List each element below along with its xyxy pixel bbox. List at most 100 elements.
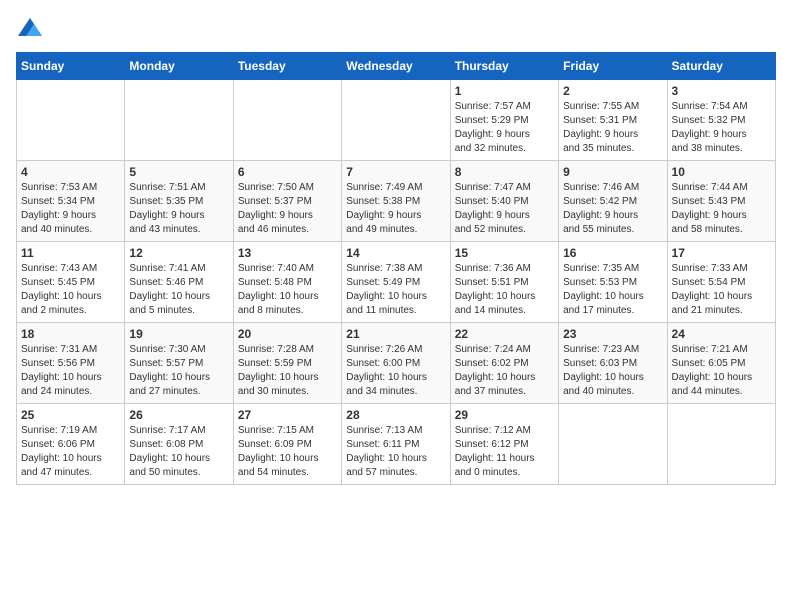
- calendar-day: [233, 80, 341, 161]
- day-number: 14: [346, 246, 445, 260]
- day-info: Sunrise: 7:15 AM Sunset: 6:09 PM Dayligh…: [238, 424, 337, 480]
- calendar-day: [17, 80, 125, 161]
- day-info: Sunrise: 7:23 AM Sunset: 6:03 PM Dayligh…: [563, 343, 662, 399]
- weekday-header: Tuesday: [233, 53, 341, 80]
- calendar-day: 4 Sunrise: 7:53 AM Sunset: 5:34 PM Daylig…: [17, 161, 125, 242]
- day-info: Sunrise: 7:55 AM Sunset: 5:31 PM Dayligh…: [563, 100, 662, 156]
- calendar-day: 27 Sunrise: 7:15 AM Sunset: 6:09 PM Dayli…: [233, 404, 341, 485]
- calendar-day: 23 Sunrise: 7:23 AM Sunset: 6:03 PM Dayli…: [559, 323, 667, 404]
- day-number: 24: [672, 327, 771, 341]
- weekday-header: Wednesday: [342, 53, 450, 80]
- day-number: 6: [238, 165, 337, 179]
- day-number: 12: [129, 246, 228, 260]
- day-number: 3: [672, 84, 771, 98]
- day-info: Sunrise: 7:51 AM Sunset: 5:35 PM Dayligh…: [129, 181, 228, 237]
- day-number: 16: [563, 246, 662, 260]
- weekday-header: Friday: [559, 53, 667, 80]
- weekday-header: Monday: [125, 53, 233, 80]
- day-number: 2: [563, 84, 662, 98]
- calendar-day: 22 Sunrise: 7:24 AM Sunset: 6:02 PM Dayli…: [450, 323, 558, 404]
- day-info: Sunrise: 7:44 AM Sunset: 5:43 PM Dayligh…: [672, 181, 771, 237]
- day-number: 17: [672, 246, 771, 260]
- calendar-day: 14 Sunrise: 7:38 AM Sunset: 5:49 PM Dayli…: [342, 242, 450, 323]
- day-number: 29: [455, 408, 554, 422]
- day-info: Sunrise: 7:50 AM Sunset: 5:37 PM Dayligh…: [238, 181, 337, 237]
- calendar-day: [667, 404, 775, 485]
- day-number: 18: [21, 327, 120, 341]
- weekday-header: Saturday: [667, 53, 775, 80]
- day-info: Sunrise: 7:33 AM Sunset: 5:54 PM Dayligh…: [672, 262, 771, 318]
- day-info: Sunrise: 7:28 AM Sunset: 5:59 PM Dayligh…: [238, 343, 337, 399]
- day-info: Sunrise: 7:36 AM Sunset: 5:51 PM Dayligh…: [455, 262, 554, 318]
- calendar: SundayMondayTuesdayWednesdayThursdayFrid…: [16, 52, 776, 485]
- day-number: 10: [672, 165, 771, 179]
- header: [16, 16, 776, 44]
- day-info: Sunrise: 7:31 AM Sunset: 5:56 PM Dayligh…: [21, 343, 120, 399]
- calendar-day: 19Sunrise: 7:30 AM Sunset: 5:57 PM Dayli…: [125, 323, 233, 404]
- day-number: 23: [563, 327, 662, 341]
- day-number: 20: [238, 327, 337, 341]
- calendar-day: 3 Sunrise: 7:54 AM Sunset: 5:32 PM Daylig…: [667, 80, 775, 161]
- day-number: 7: [346, 165, 445, 179]
- calendar-day: 17 Sunrise: 7:33 AM Sunset: 5:54 PM Dayli…: [667, 242, 775, 323]
- day-number: 22: [455, 327, 554, 341]
- day-info: Sunrise: 7:53 AM Sunset: 5:34 PM Dayligh…: [21, 181, 120, 237]
- calendar-day: 26 Sunrise: 7:17 AM Sunset: 6:08 PM Dayli…: [125, 404, 233, 485]
- day-info: Sunrise: 7:24 AM Sunset: 6:02 PM Dayligh…: [455, 343, 554, 399]
- calendar-day: 15Sunrise: 7:36 AM Sunset: 5:51 PM Dayli…: [450, 242, 558, 323]
- day-info: Sunrise: 7:43 AM Sunset: 5:45 PM Dayligh…: [21, 262, 120, 318]
- day-info: Sunrise: 7:38 AM Sunset: 5:49 PM Dayligh…: [346, 262, 445, 318]
- weekday-header: Sunday: [17, 53, 125, 80]
- calendar-body: 1 Sunrise: 7:57 AM Sunset: 5:29 PM Daylig…: [17, 80, 776, 485]
- calendar-week: 11 Sunrise: 7:43 AM Sunset: 5:45 PM Dayli…: [17, 242, 776, 323]
- day-info: Sunrise: 7:47 AM Sunset: 5:40 PM Dayligh…: [455, 181, 554, 237]
- calendar-day: 5 Sunrise: 7:51 AM Sunset: 5:35 PM Daylig…: [125, 161, 233, 242]
- day-info: Sunrise: 7:17 AM Sunset: 6:08 PM Dayligh…: [129, 424, 228, 480]
- day-number: 5: [129, 165, 228, 179]
- day-info: Sunrise: 7:12 AM Sunset: 6:12 PM Dayligh…: [455, 424, 554, 480]
- calendar-day: [342, 80, 450, 161]
- day-info: Sunrise: 7:19 AM Sunset: 6:06 PM Dayligh…: [21, 424, 120, 480]
- calendar-header: SundayMondayTuesdayWednesdayThursdayFrid…: [17, 53, 776, 80]
- day-number: 4: [21, 165, 120, 179]
- calendar-day: 7 Sunrise: 7:49 AM Sunset: 5:38 PM Daylig…: [342, 161, 450, 242]
- calendar-day: 2 Sunrise: 7:55 AM Sunset: 5:31 PM Daylig…: [559, 80, 667, 161]
- calendar-day: 1 Sunrise: 7:57 AM Sunset: 5:29 PM Daylig…: [450, 80, 558, 161]
- calendar-day: 6 Sunrise: 7:50 AM Sunset: 5:37 PM Daylig…: [233, 161, 341, 242]
- calendar-day: 28 Sunrise: 7:13 AM Sunset: 6:11 PM Dayli…: [342, 404, 450, 485]
- calendar-week: 25 Sunrise: 7:19 AM Sunset: 6:06 PM Dayli…: [17, 404, 776, 485]
- day-number: 26: [129, 408, 228, 422]
- day-number: 19: [129, 327, 228, 341]
- day-number: 25: [21, 408, 120, 422]
- calendar-day: 13Sunrise: 7:40 AM Sunset: 5:48 PM Dayli…: [233, 242, 341, 323]
- day-info: Sunrise: 7:49 AM Sunset: 5:38 PM Dayligh…: [346, 181, 445, 237]
- day-info: Sunrise: 7:13 AM Sunset: 6:11 PM Dayligh…: [346, 424, 445, 480]
- calendar-day: 9 Sunrise: 7:46 AM Sunset: 5:42 PM Daylig…: [559, 161, 667, 242]
- day-number: 9: [563, 165, 662, 179]
- weekday-header: Thursday: [450, 53, 558, 80]
- day-number: 8: [455, 165, 554, 179]
- calendar-day: 16 Sunrise: 7:35 AM Sunset: 5:53 PM Dayli…: [559, 242, 667, 323]
- day-info: Sunrise: 7:46 AM Sunset: 5:42 PM Dayligh…: [563, 181, 662, 237]
- calendar-week: 4 Sunrise: 7:53 AM Sunset: 5:34 PM Daylig…: [17, 161, 776, 242]
- calendar-day: 18 Sunrise: 7:31 AM Sunset: 5:56 PM Dayli…: [17, 323, 125, 404]
- day-info: Sunrise: 7:40 AM Sunset: 5:48 PM Dayligh…: [238, 262, 337, 318]
- calendar-week: 1 Sunrise: 7:57 AM Sunset: 5:29 PM Daylig…: [17, 80, 776, 161]
- logo-icon: [16, 16, 44, 44]
- day-info: Sunrise: 7:41 AM Sunset: 5:46 PM Dayligh…: [129, 262, 228, 318]
- day-number: 11: [21, 246, 120, 260]
- day-info: Sunrise: 7:54 AM Sunset: 5:32 PM Dayligh…: [672, 100, 771, 156]
- calendar-week: 18 Sunrise: 7:31 AM Sunset: 5:56 PM Dayli…: [17, 323, 776, 404]
- day-info: Sunrise: 7:57 AM Sunset: 5:29 PM Dayligh…: [455, 100, 554, 156]
- day-number: 28: [346, 408, 445, 422]
- calendar-day: 8 Sunrise: 7:47 AM Sunset: 5:40 PM Daylig…: [450, 161, 558, 242]
- calendar-day: 29 Sunrise: 7:12 AM Sunset: 6:12 PM Dayli…: [450, 404, 558, 485]
- day-number: 27: [238, 408, 337, 422]
- day-number: 21: [346, 327, 445, 341]
- calendar-day: 24Sunrise: 7:21 AM Sunset: 6:05 PM Dayli…: [667, 323, 775, 404]
- day-number: 1: [455, 84, 554, 98]
- calendar-day: [559, 404, 667, 485]
- day-info: Sunrise: 7:35 AM Sunset: 5:53 PM Dayligh…: [563, 262, 662, 318]
- calendar-day: 20 Sunrise: 7:28 AM Sunset: 5:59 PM Dayli…: [233, 323, 341, 404]
- calendar-day: 12 Sunrise: 7:41 AM Sunset: 5:46 PM Dayli…: [125, 242, 233, 323]
